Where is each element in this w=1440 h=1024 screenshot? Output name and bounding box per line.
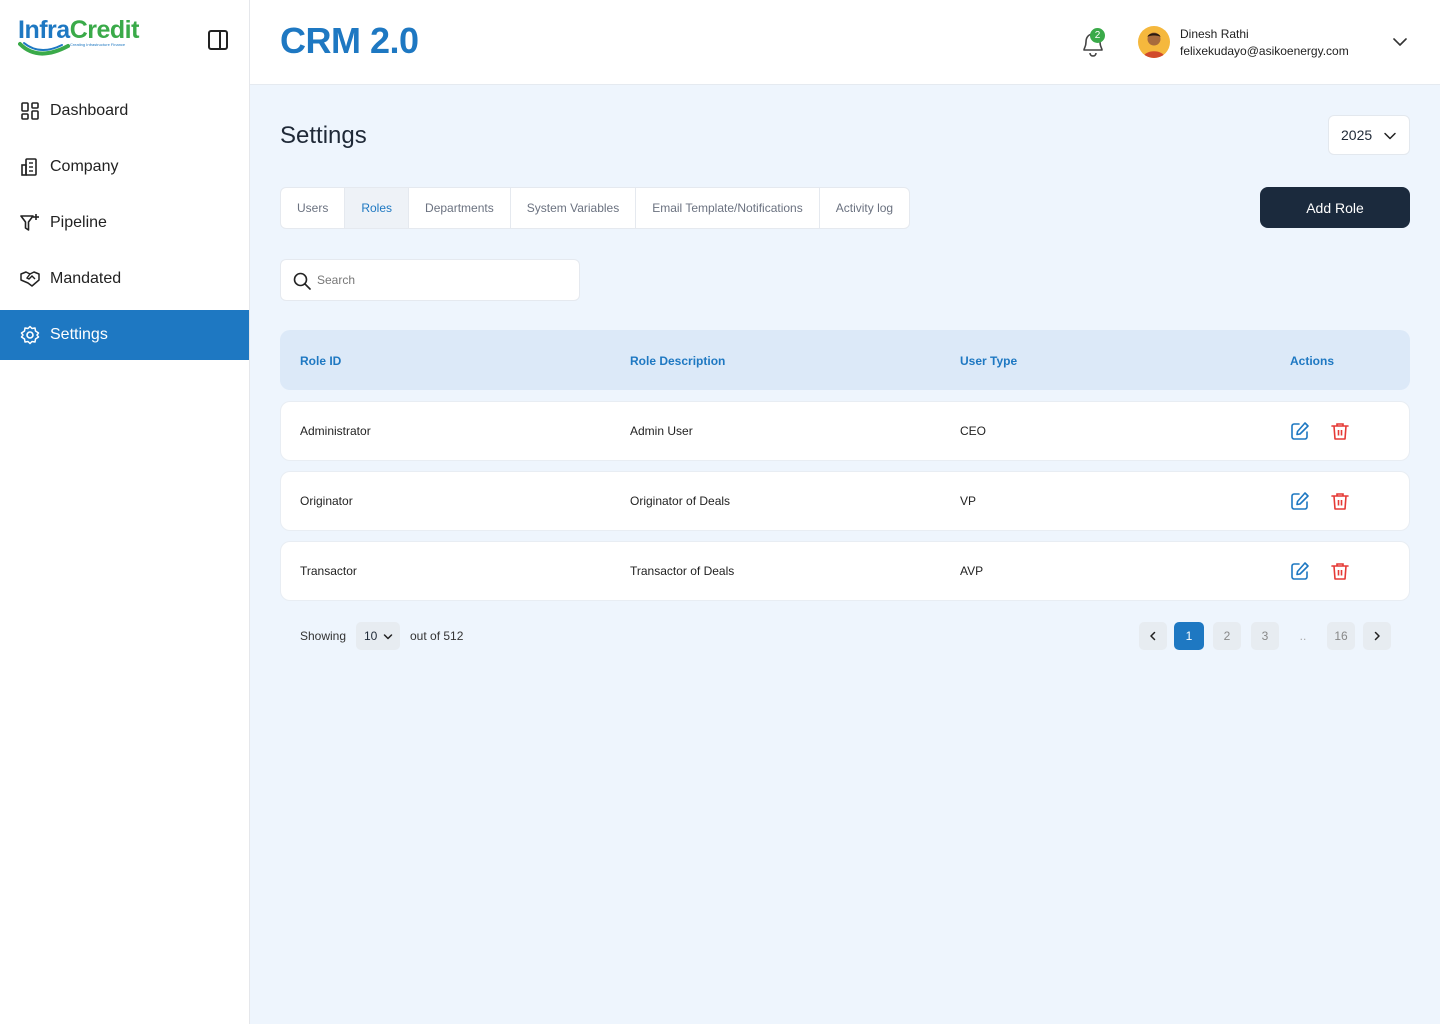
search-icon [293,272,311,290]
cell-role-id: Originator [300,494,353,508]
page-ellipsis: .. [1299,629,1307,643]
gear-icon [20,325,40,345]
cell-role-description: Originator of Deals [630,494,731,508]
trash-icon[interactable] [1330,421,1350,441]
table-row: Administrator Admin User CEO [280,401,1410,461]
dashboard-icon [20,101,40,121]
sidebar-item-pipeline[interactable]: Pipeline [0,198,249,248]
tab-departments[interactable]: Departments [409,188,511,228]
search-box [280,259,580,301]
cell-role-id: Transactor [300,564,357,578]
notification-badge: 2 [1090,28,1105,43]
cell-user-type: CEO [960,424,987,438]
cell-role-description: Admin User [630,424,693,438]
cell-user-type: VP [960,494,977,508]
cell-role-id: Administrator [300,424,371,438]
tab-users[interactable]: Users [281,188,346,228]
settings-tabs: Users Roles Departments System Variables… [280,187,911,229]
cell-user-type: AVP [960,564,984,578]
sidebar-nav: Dashboard Company Pipeline Mandated Sett… [0,86,249,366]
sidebar-item-label: Company [50,158,119,175]
add-role-button[interactable]: Add Role [1260,187,1410,228]
handshake-icon [20,269,40,289]
trash-icon[interactable] [1330,561,1350,581]
cell-role-description: Transactor of Deals [630,564,735,578]
sidebar-item-label: Mandated [50,270,122,287]
sidebar-item-label: Pipeline [50,214,107,231]
tab-roles[interactable]: Roles [345,188,410,228]
chevron-down-icon [1384,132,1396,140]
per-page-value: 10 [364,629,378,643]
trash-icon[interactable] [1330,491,1350,511]
page-button-2[interactable]: 2 [1213,622,1241,650]
sidebar-item-settings[interactable]: Settings [0,310,249,360]
column-header-role-id[interactable]: Role ID [300,354,341,368]
per-page-select[interactable]: 10 [356,622,400,650]
table-row: Transactor Transactor of Deals AVP [280,541,1410,601]
page-title: Settings [280,122,367,149]
showing-label: Showing [300,629,347,643]
year-select[interactable]: 2025 [1328,115,1410,155]
edit-icon[interactable] [1290,491,1310,511]
sidebar-item-mandated[interactable]: Mandated [0,254,249,304]
table-row: Originator Originator of Deals VP [280,471,1410,531]
sidebar-item-label: Dashboard [50,102,129,119]
sidebar-item-dashboard[interactable]: Dashboard [0,86,249,136]
logo-swoosh-icon [18,42,70,56]
column-header-actions: Actions [1290,354,1335,368]
search-input[interactable] [317,260,567,300]
avatar[interactable] [1138,26,1170,58]
sidebar: InfraCredit Creating Infrastructure Fina… [0,0,250,1024]
sidebar-collapse-icon[interactable] [207,29,229,51]
chevron-down-icon [383,634,393,640]
sidebar-item-company[interactable]: Company [0,142,249,192]
column-header-user-type[interactable]: User Type [960,354,1017,368]
top-header: CRM 2.0 2 Dinesh Rathi felixekudayo@asik… [250,0,1440,85]
page-button-3[interactable]: 3 [1251,622,1279,650]
filter-plus-icon [20,213,40,233]
brand-logo[interactable]: InfraCredit Creating Infrastructure Fina… [18,16,142,62]
user-email: felixekudayo@asikoenergy.com [1180,44,1349,58]
edit-icon[interactable] [1290,421,1310,441]
page-button-16[interactable]: 16 [1327,622,1355,650]
tab-system-variables[interactable]: System Variables [511,188,637,228]
brand-name-part2: Credit [69,16,140,44]
chevron-right-icon [1374,631,1380,641]
page-button-1[interactable]: 1 [1174,622,1204,650]
column-header-role-description[interactable]: Role Description [630,354,725,368]
user-name: Dinesh Rathi [1180,27,1249,41]
brand-tagline: Creating Infrastructure Finance [70,42,126,47]
sidebar-item-label: Settings [50,326,108,343]
edit-icon[interactable] [1290,561,1310,581]
table-header: Role ID Role Description User Type Actio… [280,330,1410,390]
app-title: CRM 2.0 [280,20,419,61]
total-count-label: out of 512 [410,629,464,643]
year-select-value: 2025 [1341,127,1373,143]
chevron-left-icon [1150,631,1156,641]
tab-email-template[interactable]: Email Template/Notifications [636,188,820,228]
prev-page-button[interactable] [1139,622,1167,650]
building-icon [20,157,40,177]
chevron-down-icon[interactable] [1392,34,1408,50]
tab-activity-log[interactable]: Activity log [820,188,909,228]
next-page-button[interactable] [1363,622,1391,650]
